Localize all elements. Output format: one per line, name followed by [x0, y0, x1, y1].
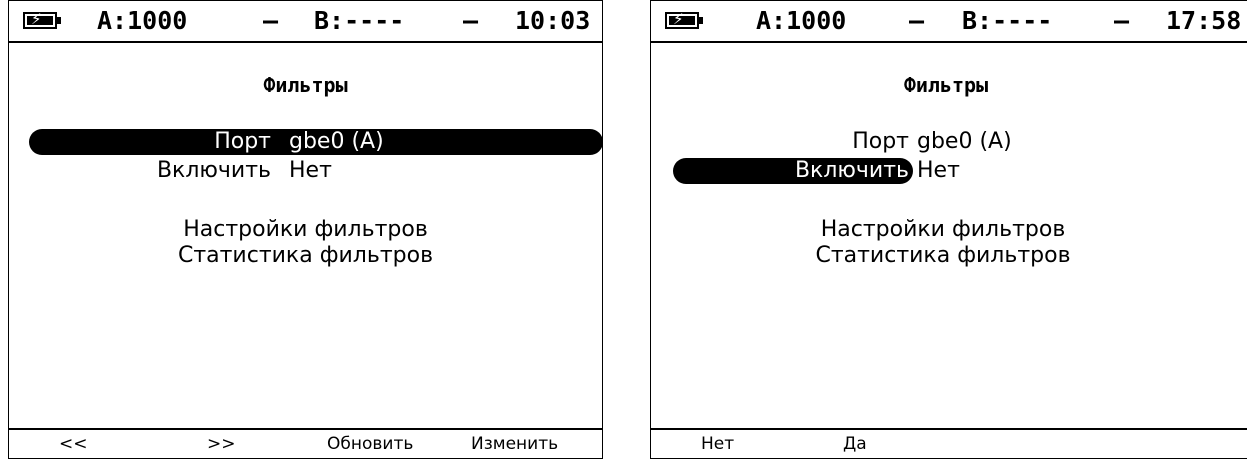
page-title: Фильтры	[263, 73, 348, 97]
softkey-bar: << >> Обновить Изменить	[9, 428, 602, 458]
setting-label-enable: Включить	[156, 158, 271, 183]
setting-row-port[interactable]: Порт gbe0 (A)	[9, 127, 604, 157]
softkey-next[interactable]: >>	[207, 430, 236, 458]
setting-label-enable: Включить	[794, 158, 909, 183]
setting-value-enable: Нет	[289, 158, 332, 183]
status-bar: ⚡ A:1000 – B:---- – 10:03	[9, 1, 602, 43]
clock-time: 17:58	[1166, 6, 1242, 35]
channel-b-status: B:----	[962, 6, 1053, 35]
softkey-previous[interactable]: <<	[59, 430, 88, 458]
channel-a-status: A:1000	[97, 6, 188, 35]
setting-row-enable[interactable]: Включить Нет	[651, 156, 1247, 186]
status-separator: –	[263, 6, 279, 35]
channel-b-status: B:----	[314, 6, 405, 35]
battery-charging-icon: ⚡	[23, 11, 61, 29]
device-screen-right: ⚡ A:1000 – B:---- – 17:58 Фильтры Порт g…	[650, 0, 1247, 459]
page-title: Фильтры	[903, 73, 989, 97]
softkey-refresh[interactable]: Обновить	[327, 430, 413, 458]
battery-charging-icon: ⚡	[665, 11, 703, 29]
setting-label-port: Порт	[214, 129, 271, 154]
clock-time: 10:03	[515, 6, 591, 35]
status-separator: –	[1114, 6, 1130, 35]
setting-row-port[interactable]: Порт gbe0 (A)	[651, 127, 1247, 157]
status-bar: ⚡ A:1000 – B:---- – 17:58	[651, 1, 1247, 43]
status-separator: –	[463, 6, 479, 35]
softkey-edit[interactable]: Изменить	[471, 430, 558, 458]
device-screen-left: ⚡ A:1000 – B:---- – 10:03 Фильтры Порт g…	[8, 0, 603, 459]
channel-a-status: A:1000	[756, 6, 847, 35]
softkey-bar: Нет Да	[651, 428, 1247, 458]
softkey-yes[interactable]: Да	[843, 430, 867, 458]
menu-item-filter-statistics[interactable]: Статистика фильтров	[9, 241, 602, 271]
setting-value-port: gbe0 (A)	[289, 129, 384, 154]
setting-value-enable: Нет	[917, 158, 960, 183]
status-separator: –	[909, 6, 925, 35]
setting-value-port: gbe0 (A)	[917, 129, 1012, 154]
softkey-no[interactable]: Нет	[701, 430, 734, 458]
setting-row-enable[interactable]: Включить Нет	[9, 156, 604, 186]
setting-label-port: Порт	[852, 129, 909, 154]
menu-item-filter-statistics[interactable]: Статистика фильтров	[639, 241, 1247, 271]
